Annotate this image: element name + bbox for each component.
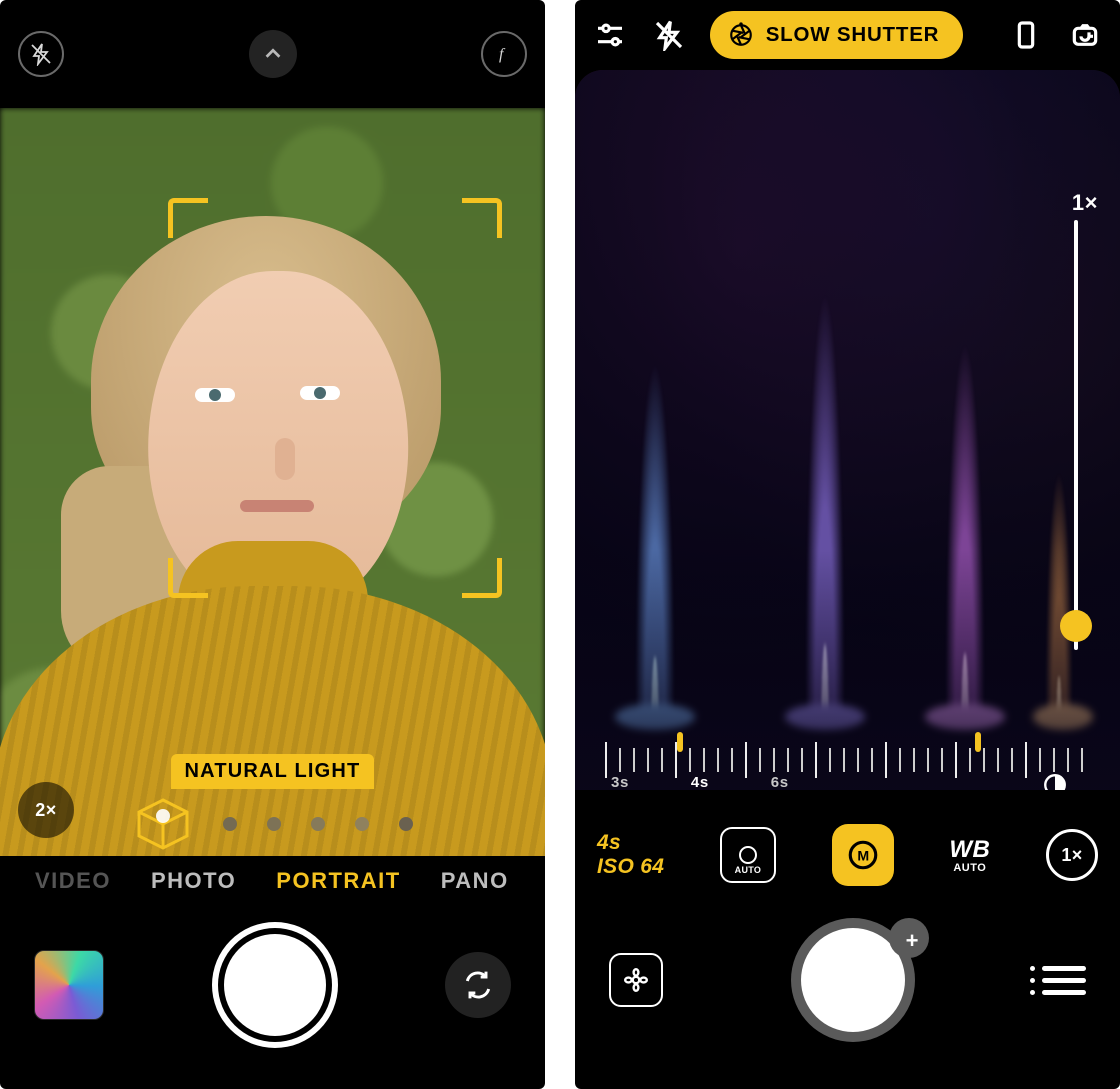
lighting-option-dot[interactable] <box>399 817 413 831</box>
mode-portrait[interactable]: PORTRAIT <box>276 868 400 894</box>
zoom-slider-track[interactable] <box>1074 220 1078 650</box>
bottom-dock: + <box>575 909 1120 1089</box>
cameraplus-screen: SLOW SHUTTER 1× <box>575 0 1120 1089</box>
mode-pano[interactable]: PANO <box>441 868 509 894</box>
mode-video[interactable]: VIDEO <box>35 868 111 894</box>
bottom-dock <box>0 921 545 1089</box>
ruler-label: 3s <box>611 774 629 790</box>
focus-mode-label: AUTO <box>735 865 762 875</box>
gallery-flower-icon[interactable] <box>609 953 663 1007</box>
lighting-option-dot[interactable] <box>267 817 281 831</box>
shutter-time-ruler[interactable]: 3s 4s 6s <box>605 738 1090 790</box>
exposure-readout[interactable]: 4s ISO 64 <box>597 831 664 879</box>
lighting-badge: NATURAL LIGHT <box>171 754 375 789</box>
mode-pill[interactable]: SLOW SHUTTER <box>710 11 964 59</box>
viewfinder[interactable]: NATURAL LIGHT 2× <box>0 108 545 856</box>
mode-selector[interactable]: VIDEO PHOTO PORTRAIT PANO <box>0 868 545 894</box>
switch-camera-icon[interactable] <box>445 952 511 1018</box>
svg-text:f: f <box>499 46 506 63</box>
last-photo-thumbnail[interactable] <box>34 950 104 1020</box>
portrait-focus-frame <box>168 198 502 598</box>
zoom-ring-button[interactable]: 1× <box>1046 829 1098 881</box>
phone-portrait-icon[interactable] <box>1007 13 1044 57</box>
ruler-marker[interactable] <box>677 732 683 752</box>
ruler-label: 6s <box>771 774 789 790</box>
mode-photo[interactable]: PHOTO <box>151 868 236 894</box>
zoom-label: 1× <box>1072 190 1098 216</box>
camera-rotate-icon[interactable] <box>1067 13 1104 57</box>
top-bar: SLOW SHUTTER <box>575 0 1120 70</box>
ios-camera-screen: f NATURAL LIGHT <box>0 0 545 1089</box>
f-aperture-icon[interactable]: f <box>481 31 527 77</box>
flash-off-icon[interactable] <box>18 31 64 77</box>
aperture-icon <box>728 22 754 48</box>
lighting-option-dot[interactable] <box>223 817 237 831</box>
ios-top-bar: f <box>0 0 545 108</box>
wb-label: WB <box>949 836 990 864</box>
readout-shutter: 4s <box>597 831 664 855</box>
lighting-effects-row[interactable] <box>0 788 545 856</box>
svg-text:M: M <box>857 849 869 865</box>
zoom-slider-knob[interactable] <box>1060 610 1092 642</box>
white-balance-button[interactable]: WB AUTO <box>949 836 990 874</box>
lighting-option-dot[interactable] <box>355 817 369 831</box>
chevron-up-icon[interactable] <box>249 30 297 78</box>
ruler-marker[interactable] <box>975 732 981 752</box>
settings-sliders-icon[interactable] <box>591 13 628 57</box>
menu-list-icon[interactable] <box>1042 958 1086 1002</box>
lighting-cube-natural-icon[interactable] <box>133 794 193 854</box>
viewfinder[interactable]: 1× 3s 4s 6s <box>575 70 1120 790</box>
lighting-option-dot[interactable] <box>311 817 325 831</box>
readout-iso: ISO 64 <box>597 855 664 879</box>
shutter-button[interactable]: + <box>801 928 905 1032</box>
focus-mode-button[interactable]: AUTO <box>720 827 776 883</box>
zoom-pill[interactable]: 2× <box>18 782 74 838</box>
shutter-button[interactable] <box>224 934 326 1036</box>
ruler-label: 4s <box>691 774 709 790</box>
ruler-labels: 3s 4s 6s <box>605 774 1090 790</box>
manual-mode-button[interactable]: M <box>832 824 894 886</box>
control-row: 4s ISO 64 AUTO M WB AUTO 1× <box>575 800 1120 910</box>
shutter-plus-icon[interactable]: + <box>906 928 919 954</box>
flash-off-icon[interactable] <box>650 13 687 57</box>
contrast-icon[interactable] <box>1042 772 1068 790</box>
mode-pill-label: SLOW SHUTTER <box>766 23 940 47</box>
wb-mode: AUTO <box>949 862 990 874</box>
